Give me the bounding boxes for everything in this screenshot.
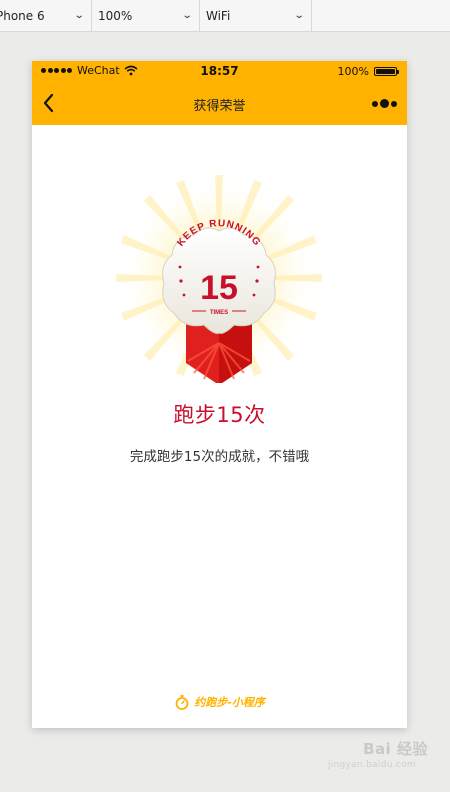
page-title: 获得荣誉	[193, 99, 246, 114]
chevron-down-icon: ⌄	[181, 10, 193, 21]
zoom-select-label: 100%	[98, 8, 133, 23]
stopwatch-logo-icon	[175, 695, 189, 710]
badge-sub-text: TIMES	[210, 310, 228, 316]
battery-percent: 100%	[337, 65, 369, 78]
status-bar: WeChat 18:57 100%	[32, 61, 407, 81]
device-select-label: Phone 6	[0, 8, 45, 23]
zoom-select[interactable]: 100% ⌄	[92, 0, 200, 31]
baidu-watermark-url: jingyan.baidu.com	[327, 760, 416, 770]
chevron-down-icon: ⌄	[293, 10, 305, 21]
achievement-description: 完成跑步15次的成就，不错哦	[129, 449, 310, 465]
device-select[interactable]: Phone 6 ⌄	[0, 0, 92, 31]
battery-icon	[374, 67, 399, 76]
chevron-down-icon: ⌄	[73, 10, 85, 21]
footer-brand-label: 约跑步-小程序	[194, 696, 265, 709]
achievement-badge: KEEP RUNNING 15 TIMES	[116, 175, 322, 383]
more-menu-icon[interactable]	[372, 99, 397, 108]
network-select-label: WiFi	[206, 8, 231, 23]
baidu-watermark: Bai 经验	[363, 740, 428, 758]
network-select[interactable]: WiFi ⌄	[200, 0, 312, 31]
devtools-toolbar: Phone 6 ⌄ 100% ⌄ WiFi ⌄	[0, 0, 450, 32]
phone-simulator: WeChat 18:57 100% 获得荣誉 KEEP RUNNING 15 T…	[32, 61, 407, 728]
badge-number: 15	[200, 269, 238, 307]
achievement-title: 跑步15次	[173, 403, 266, 427]
nav-bar: 获得荣誉	[32, 81, 407, 125]
footer-brand: 约跑步-小程序	[32, 694, 407, 710]
